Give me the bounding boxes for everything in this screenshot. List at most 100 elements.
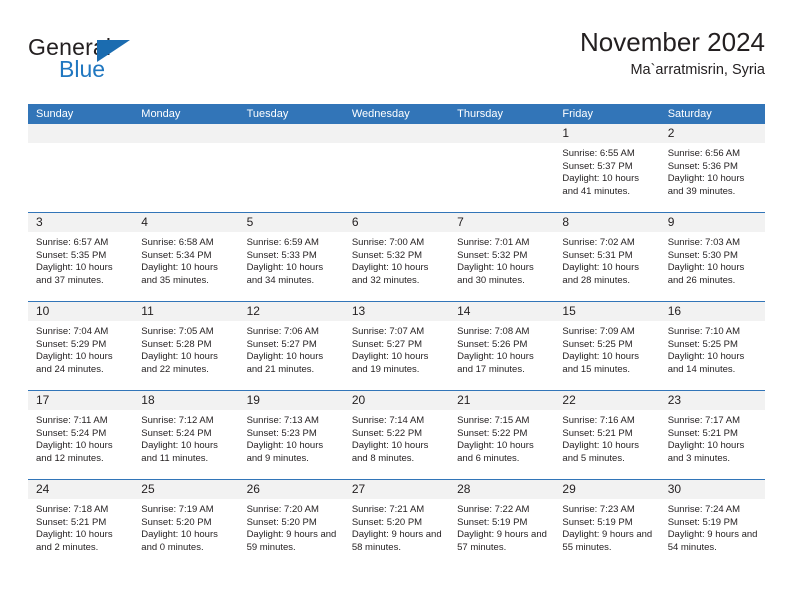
calendar-day-cell-empty	[133, 124, 239, 212]
day-details: Sunrise: 7:12 AM Sunset: 5:24 PM Daylight:…	[133, 410, 238, 465]
day-details: Sunrise: 6:57 AM Sunset: 5:35 PM Daylight:…	[28, 232, 133, 287]
day-number-strip: 21	[449, 391, 555, 410]
daylight-text: Daylight: 10 hours and 15 minutes.	[562, 351, 639, 375]
day-details: Sunrise: 6:59 AM Sunset: 5:33 PM Daylight:…	[239, 232, 344, 287]
calendar-day-cell[interactable]: 24 Sunrise: 7:18 AM Sunset: 5:21 PM Dayligh…	[28, 480, 134, 568]
calendar-day-cell[interactable]: 25 Sunrise: 7:19 AM Sunset: 5:20 PM Dayligh…	[133, 480, 239, 568]
page-title: November 2024	[580, 27, 765, 57]
day-details: Sunrise: 7:20 AM Sunset: 5:20 PM Daylight:…	[239, 499, 344, 554]
day-number: 15	[562, 304, 576, 318]
sunrise-text: Sunrise: 7:11 AM	[36, 415, 108, 426]
day-number: 5	[246, 215, 254, 229]
calendar-day-cell[interactable]: 12 Sunrise: 7:06 AM Sunset: 5:27 PM Dayligh…	[238, 302, 344, 390]
calendar-day-cell[interactable]: 9 Sunrise: 7:03 AM Sunset: 5:30 PM Daylight…	[659, 213, 765, 301]
sunset-text: Sunset: 5:32 PM	[351, 249, 423, 261]
calendar-day-cell[interactable]: 5 Sunrise: 6:59 AM Sunset: 5:33 PM Daylight…	[238, 213, 344, 301]
day-details: Sunrise: 7:16 AM Sunset: 5:21 PM Daylight:…	[554, 410, 659, 465]
daylight-text: Daylight: 9 hours and 55 minutes.	[562, 529, 653, 553]
day-number-strip: 24	[28, 480, 134, 499]
daylight-text: Daylight: 10 hours and 37 minutes.	[36, 262, 113, 286]
sunset-text: Sunset: 5:19 PM	[457, 516, 528, 528]
calendar-day-cell[interactable]: 17 Sunrise: 7:11 AM Sunset: 5:24 PM Dayligh…	[28, 391, 134, 479]
sunrise-text: Sunrise: 7:22 AM	[457, 504, 530, 515]
calendar-day-cell[interactable]: 2 Sunrise: 6:56 AM Sunset: 5:36 PM Daylight…	[659, 124, 765, 212]
sunset-text: Sunset: 5:29 PM	[36, 338, 107, 350]
calendar-day-cell[interactable]: 29 Sunrise: 7:23 AM Sunset: 5:19 PM Dayligh…	[554, 480, 660, 568]
logo-text-blue: Blue	[59, 56, 106, 82]
calendar-day-cell[interactable]: 26 Sunrise: 7:20 AM Sunset: 5:20 PM Dayligh…	[238, 480, 344, 568]
sunrise-text: Sunrise: 7:06 AM	[246, 326, 319, 337]
daylight-text: Daylight: 10 hours and 12 minutes.	[36, 440, 113, 464]
daylight-text: Daylight: 10 hours and 14 minutes.	[667, 351, 745, 375]
sunrise-text: Sunrise: 7:19 AM	[141, 504, 214, 515]
day-number-strip: 17	[28, 391, 134, 410]
calendar-day-cell[interactable]: 10 Sunrise: 7:04 AM Sunset: 5:29 PM Dayligh…	[28, 302, 134, 390]
calendar-day-cell[interactable]: 20 Sunrise: 7:14 AM Sunset: 5:22 PM Dayligh…	[343, 391, 450, 479]
calendar-day-cell[interactable]: 15 Sunrise: 7:09 AM Sunset: 5:25 PM Dayligh…	[554, 302, 660, 390]
calendar-day-cell[interactable]: 14 Sunrise: 7:08 AM Sunset: 5:26 PM Dayligh…	[449, 302, 555, 390]
daylight-text: Daylight: 10 hours and 0 minutes.	[141, 529, 218, 553]
day-details: Sunrise: 7:08 AM Sunset: 5:26 PM Daylight:…	[449, 321, 554, 376]
day-number: 8	[562, 215, 570, 229]
calendar-day-cell[interactable]: 19 Sunrise: 7:13 AM Sunset: 5:23 PM Dayligh…	[238, 391, 344, 479]
day-details: Sunrise: 7:19 AM Sunset: 5:20 PM Daylight:…	[133, 499, 238, 554]
weekday-header-friday: Friday	[562, 108, 593, 120]
day-details: Sunrise: 6:58 AM Sunset: 5:34 PM Daylight:…	[133, 232, 238, 287]
weekday-header-wednesday: Wednesday	[351, 108, 410, 120]
day-number: 25	[141, 482, 155, 496]
sunset-text: Sunset: 5:20 PM	[246, 516, 317, 528]
sunrise-text: Sunrise: 7:12 AM	[141, 415, 214, 426]
daylight-text: Daylight: 9 hours and 54 minutes.	[667, 529, 758, 553]
sunrise-text: Sunrise: 7:09 AM	[562, 326, 635, 337]
day-details: Sunrise: 7:07 AM Sunset: 5:27 PM Daylight:…	[344, 321, 449, 376]
calendar-day-cell[interactable]: 4 Sunrise: 6:58 AM Sunset: 5:34 PM Daylight…	[133, 213, 239, 301]
daylight-text: Daylight: 10 hours and 5 minutes.	[562, 440, 639, 464]
weekday-header-thursday: Thursday	[457, 108, 503, 120]
calendar-day-cell[interactable]: 8 Sunrise: 7:02 AM Sunset: 5:31 PM Daylight…	[554, 213, 660, 301]
day-details: Sunrise: 7:15 AM Sunset: 5:22 PM Daylight:…	[449, 410, 554, 465]
daylight-text: Daylight: 10 hours and 30 minutes.	[457, 262, 534, 286]
sunrise-text: Sunrise: 7:07 AM	[351, 326, 425, 337]
sunset-text: Sunset: 5:25 PM	[562, 338, 633, 350]
day-number-strip: 27	[343, 480, 450, 499]
day-number-strip: 16	[659, 302, 765, 321]
sunset-text: Sunset: 5:24 PM	[36, 427, 107, 439]
calendar-day-cell[interactable]: 23 Sunrise: 7:17 AM Sunset: 5:21 PM Dayligh…	[659, 391, 765, 479]
calendar-day-cell[interactable]: 1 Sunrise: 6:55 AM Sunset: 5:37 PM Daylight…	[554, 124, 660, 212]
calendar-day-cell[interactable]: 16 Sunrise: 7:10 AM Sunset: 5:25 PM Dayligh…	[659, 302, 765, 390]
day-number-strip: 15	[554, 302, 660, 321]
day-number: 21	[457, 393, 471, 407]
calendar-day-cell[interactable]: 13 Sunrise: 7:07 AM Sunset: 5:27 PM Dayligh…	[343, 302, 450, 390]
calendar-day-cell[interactable]: 22 Sunrise: 7:16 AM Sunset: 5:21 PM Dayligh…	[554, 391, 660, 479]
day-number: 28	[457, 482, 471, 496]
sunrise-text: Sunrise: 7:21 AM	[351, 504, 425, 515]
day-number: 22	[562, 393, 576, 407]
calendar-day-cell[interactable]: 28 Sunrise: 7:22 AM Sunset: 5:19 PM Dayligh…	[449, 480, 555, 568]
sunset-text: Sunset: 5:37 PM	[562, 160, 633, 172]
sunset-text: Sunset: 5:21 PM	[667, 427, 738, 439]
calendar-day-cell[interactable]: 11 Sunrise: 7:05 AM Sunset: 5:28 PM Dayligh…	[133, 302, 239, 390]
day-details: Sunrise: 7:05 AM Sunset: 5:28 PM Daylight:…	[133, 321, 238, 376]
day-number-strip: 23	[659, 391, 765, 410]
sunset-text: Sunset: 5:23 PM	[246, 427, 317, 439]
calendar-day-cell[interactable]: 7 Sunrise: 7:01 AM Sunset: 5:32 PM Daylight…	[449, 213, 555, 301]
sunrise-text: Sunrise: 7:00 AM	[351, 237, 425, 248]
calendar-grid: Sunday Monday Tuesday Wednesday Thursday…	[28, 104, 765, 568]
calendar-day-cell[interactable]: 18 Sunrise: 7:12 AM Sunset: 5:24 PM Dayligh…	[133, 391, 239, 479]
day-number-strip: 18	[133, 391, 239, 410]
calendar-day-cell[interactable]: 21 Sunrise: 7:15 AM Sunset: 5:22 PM Dayligh…	[449, 391, 555, 479]
sunrise-text: Sunrise: 7:24 AM	[667, 504, 741, 515]
sunrise-text: Sunrise: 7:17 AM	[667, 415, 741, 426]
day-details: Sunrise: 6:55 AM Sunset: 5:37 PM Daylight:…	[554, 143, 659, 198]
calendar-day-cell[interactable]: 6 Sunrise: 7:00 AM Sunset: 5:32 PM Daylight…	[343, 213, 450, 301]
calendar-day-cell[interactable]: 30 Sunrise: 7:24 AM Sunset: 5:19 PM Dayligh…	[659, 480, 765, 568]
day-number-strip: 25	[133, 480, 239, 499]
sunrise-text: Sunrise: 7:04 AM	[36, 326, 109, 337]
general-blue-logo[interactable]: General Blue	[28, 36, 208, 92]
calendar-day-cell[interactable]: 27 Sunrise: 7:21 AM Sunset: 5:20 PM Dayligh…	[343, 480, 450, 568]
calendar-day-cell[interactable]: 3 Sunrise: 6:57 AM Sunset: 5:35 PM Daylight…	[28, 213, 134, 301]
day-details: Sunrise: 7:06 AM Sunset: 5:27 PM Daylight:…	[239, 321, 344, 376]
weekday-header-saturday: Saturday	[667, 108, 712, 120]
sunset-text: Sunset: 5:27 PM	[351, 338, 423, 350]
day-number-strip: 6	[343, 213, 450, 232]
